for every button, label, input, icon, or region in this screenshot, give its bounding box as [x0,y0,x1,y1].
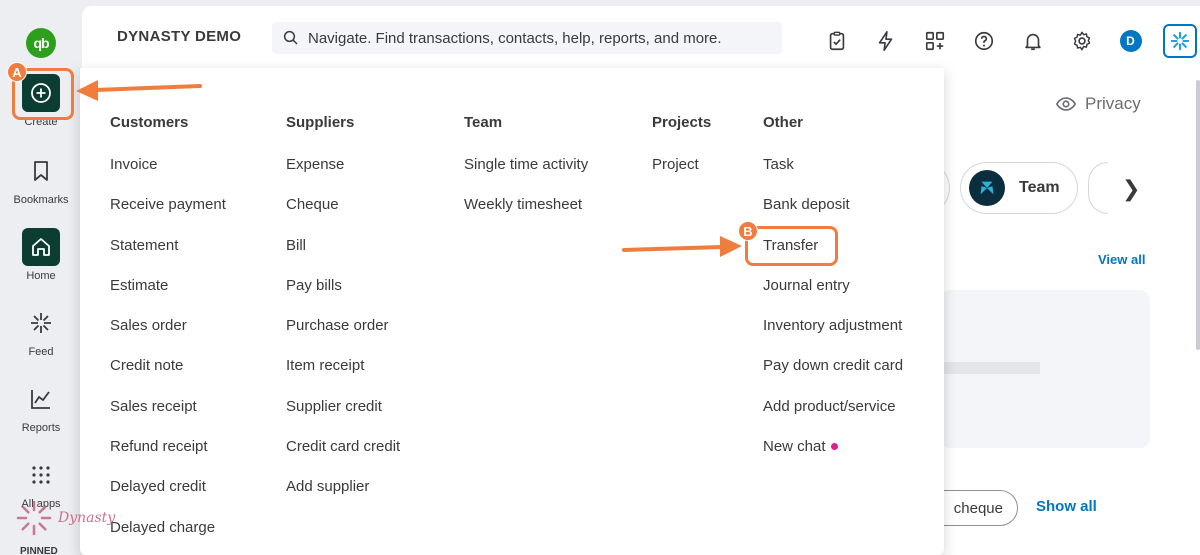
menu-item-sales-order[interactable]: Sales order [110,317,226,357]
loading-placeholder-bar [940,362,1040,374]
search-placeholder: Navigate. Find transactions, contacts, h… [308,29,722,47]
menu-heading: Customers [110,114,189,131]
menu-column-team: Team Single time activity Weekly timeshe… [464,114,588,237]
create-menu-dropdown: Customers Invoice Receive payment Statem… [80,68,944,555]
menu-item-supplier-credit[interactable]: Supplier credit [286,398,400,438]
menu-item-receive-payment[interactable]: Receive payment [110,196,226,236]
menu-item-statement[interactable]: Statement [110,237,226,277]
menu-item-pay-bills[interactable]: Pay bills [286,277,400,317]
menu-item-new-chat[interactable]: New chat [763,438,903,478]
top-bar: DYNASTY DEMO Navigate. Find transactions… [82,6,1200,68]
rail-label-feed: Feed [28,346,54,358]
menu-item-estimate[interactable]: Estimate [110,277,226,317]
menu-item-delayed-charge[interactable]: Delayed charge [110,519,226,555]
summary-card [940,290,1150,448]
help-icon[interactable] [959,27,1008,55]
lightning-icon[interactable] [861,27,910,55]
menu-heading: Suppliers [286,114,355,131]
team-chip-label: Team [1019,179,1060,196]
gear-icon[interactable] [1057,27,1106,55]
pinned-label: PINNED [20,546,58,555]
home-icon [22,228,60,266]
privacy-label: Privacy [1085,94,1141,113]
menu-item-add-product-service[interactable]: Add product/service [763,398,903,438]
menu-item-project[interactable]: Project [652,156,711,196]
menu-item-pay-down-credit-card[interactable]: Pay down credit card [763,357,903,397]
menu-item-refund-receipt[interactable]: Refund receipt [110,438,226,478]
clipboard-check-icon[interactable] [812,27,861,55]
shortcut-chip-team[interactable]: Team [960,162,1078,214]
search-input[interactable]: Navigate. Find transactions, contacts, h… [272,22,782,54]
view-all-link[interactable]: View all [1098,252,1145,267]
show-all-link[interactable]: Show all [1036,498,1097,515]
ai-assistant-button[interactable] [1163,24,1197,58]
quickbooks-logo-icon[interactable]: qb [26,28,56,58]
bell-icon[interactable] [1008,27,1057,55]
annotation-badge-b: B [738,221,758,241]
watermark-text: Dynasty [58,510,116,526]
page-scrollbar[interactable] [1196,80,1200,350]
new-chat-label: New chat [763,438,826,456]
privacy-toggle[interactable]: Privacy [1055,93,1141,115]
menu-column-other: Other Task Bank deposit Transfer Journal… [763,114,903,478]
annotation-highlight-transfer [745,226,838,266]
menu-item-cheque[interactable]: Cheque [286,196,400,236]
new-indicator-dot [830,442,838,450]
search-icon [283,30,298,45]
menu-item-invoice[interactable]: Invoice [110,156,226,196]
rail-item-feed[interactable]: Feed [0,304,82,358]
menu-item-credit-note[interactable]: Credit note [110,357,226,397]
annotation-badge-a: A [7,62,27,82]
rail-item-home[interactable]: Home [0,228,82,282]
menu-heading: Team [464,114,503,131]
menu-item-add-supplier[interactable]: Add supplier [286,478,400,518]
menu-item-item-receipt[interactable]: Item receipt [286,357,400,397]
feed-sparkle-icon [22,304,60,342]
menu-item-expense[interactable]: Expense [286,156,400,196]
menu-heading: Other [763,114,804,131]
eye-icon [1055,97,1077,111]
menu-item-weekly-timesheet[interactable]: Weekly timesheet [464,196,588,236]
company-name: DYNASTY DEMO [117,28,242,45]
menu-item-single-time-activity[interactable]: Single time activity [464,156,588,196]
rail-label-home: Home [26,270,56,282]
apps-switch-icon[interactable] [910,27,959,55]
menu-item-bill[interactable]: Bill [286,237,400,277]
avatar: D [1119,30,1142,52]
rail-label-bookmarks: Bookmarks [13,194,69,206]
dynasty-watermark: Dynasty [14,496,124,540]
menu-item-journal-entry[interactable]: Journal entry [763,277,903,317]
menu-column-suppliers: Suppliers Expense Cheque Bill Pay bills … [286,114,400,519]
sparkle-icon [1170,31,1190,51]
menu-item-purchase-order[interactable]: Purchase order [286,317,400,357]
chevron-right-icon[interactable]: ❯ [1122,176,1140,202]
rail-label-reports: Reports [21,422,61,434]
menu-column-projects: Projects Project [652,114,711,196]
menu-item-sales-receipt[interactable]: Sales receipt [110,398,226,438]
user-avatar-button[interactable]: D [1106,27,1155,55]
menu-item-delayed-credit[interactable]: Delayed credit [110,478,226,518]
reports-chart-icon [22,380,60,418]
menu-item-credit-card-credit[interactable]: Credit card credit [286,438,400,478]
grid-dots-icon [22,456,60,494]
dynasty-logo-icon [16,500,52,536]
menu-item-task[interactable]: Task [763,156,903,196]
rail-item-bookmarks[interactable]: Bookmarks [0,152,82,206]
shortcut-chip-partial-right[interactable] [1088,162,1108,214]
menu-column-customers: Customers Invoice Receive payment Statem… [110,114,226,555]
menu-item-inventory-adjustment[interactable]: Inventory adjustment [763,317,903,357]
bookmark-icon [22,152,60,190]
team-logo-icon [969,170,1005,206]
menu-heading: Projects [652,114,712,131]
rail-item-reports[interactable]: Reports [0,380,82,434]
top-icon-bar: D [812,24,1197,58]
